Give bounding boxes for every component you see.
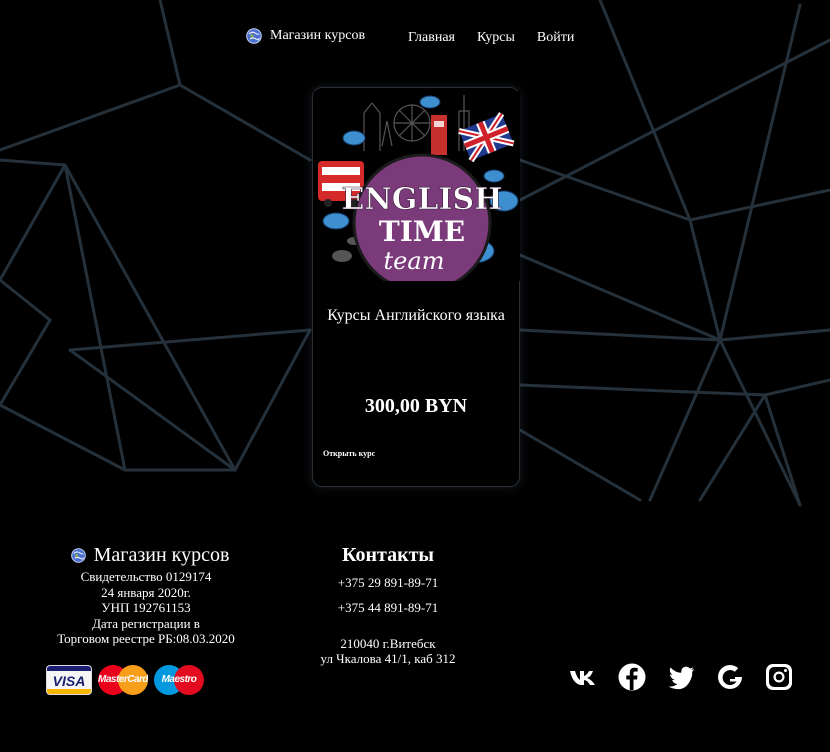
footer-company-info: Магазин курсов Свидетельство 0129174 24 …: [46, 544, 246, 647]
phone-2[interactable]: +375 44 891-89-71: [288, 600, 488, 616]
visa-icon: VISA: [46, 665, 92, 695]
phone-1[interactable]: +375 29 891-89-71: [288, 575, 488, 591]
globe-icon: [246, 28, 262, 44]
mastercard-icon: MasterCard: [98, 665, 148, 695]
maestro-icon: Maestro: [154, 665, 204, 695]
brand-name: Магазин курсов: [270, 28, 366, 43]
social-links: [568, 662, 794, 692]
maestro-label: Maestro: [161, 674, 197, 685]
logo-line3: team: [384, 247, 445, 275]
nav-link-home[interactable]: Главная: [408, 30, 455, 46]
globe-icon: [70, 548, 86, 563]
brand-link[interactable]: Магазин курсов: [246, 28, 365, 44]
course-card[interactable]: ENGLISH TIME team Курсы Английского язык…: [312, 87, 520, 487]
course-image: ENGLISH TIME team: [314, 91, 520, 281]
top-navigation: Магазин курсов Главная Курсы Войти: [0, 28, 830, 50]
payment-methods: VISA MasterCard Maestro: [46, 665, 204, 695]
footer-brand: Магазин курсов: [54, 544, 246, 567]
twitter-icon[interactable]: [666, 662, 696, 692]
contacts-title: Контакты: [341, 544, 435, 566]
instagram-icon[interactable]: [764, 662, 794, 692]
registration-date: Торговом реестре РБ:08.03.2020: [57, 631, 235, 646]
logo-line2: TIME: [379, 215, 465, 248]
facebook-icon[interactable]: [617, 662, 647, 692]
address-line1: 210040 г.Витебск: [340, 636, 436, 651]
logo-line1: ENGLISH: [341, 182, 502, 217]
nav-link-courses[interactable]: Курсы: [477, 30, 515, 46]
mastercard-label: MasterCard: [98, 674, 148, 685]
course-title: Курсы Английского языка: [327, 307, 505, 324]
vk-icon[interactable]: [568, 662, 598, 692]
nav-link-login[interactable]: Войти: [537, 30, 574, 46]
certificate-date: 24 января 2020г.: [101, 584, 191, 600]
address-line2: ул Чкалова 41/1, каб 312: [320, 651, 456, 666]
address: 210040 г.Витебск ул Чкалова 41/1, каб 31…: [288, 636, 488, 666]
unp-line: УНП 192761153: [101, 600, 191, 615]
footer-contacts: Контакты +375 29 891-89-71 +375 44 891-8…: [288, 544, 488, 666]
nav-links: Главная Курсы Войти: [408, 30, 574, 46]
registration-line: Дата регистрации в: [92, 615, 200, 631]
open-course-link[interactable]: Открыть курс: [323, 449, 375, 458]
footer-brand-name: Магазин курсов: [93, 544, 230, 566]
course-price: 300,00 BYN: [364, 395, 468, 417]
visa-label: VISA: [52, 673, 86, 689]
certificate-line: Свидетельство 0129174: [80, 569, 212, 584]
google-icon[interactable]: [715, 662, 745, 692]
